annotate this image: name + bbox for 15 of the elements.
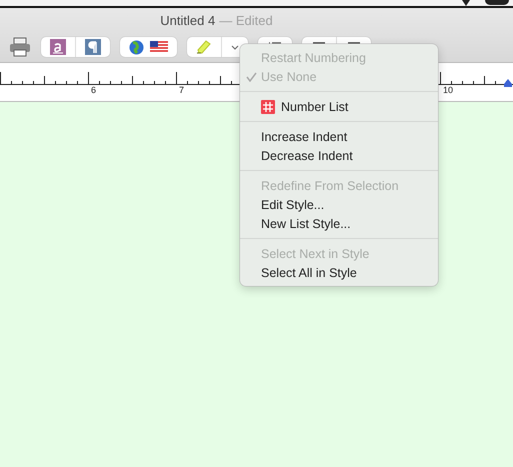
ruler-number: 6 bbox=[91, 85, 96, 95]
menu-item-label: Redefine From Selection bbox=[261, 178, 399, 192]
menu-item-label: Select Next in Style bbox=[261, 246, 370, 260]
edited-status: — Edited bbox=[219, 12, 273, 28]
menu-item-label: Edit Style... bbox=[261, 198, 324, 212]
menu-item-label: Select All in Style bbox=[261, 266, 357, 280]
window-title: Untitled 4 bbox=[160, 12, 216, 28]
menu-item-label: Use None bbox=[261, 70, 317, 84]
menu-item-label: New List Style... bbox=[261, 216, 351, 230]
menu-item-label: Restart Numbering bbox=[261, 50, 366, 64]
menu-item-label: Number List bbox=[281, 100, 348, 114]
ruler-number: 7 bbox=[179, 85, 184, 95]
ruler-number: 10 bbox=[443, 85, 454, 95]
menu-item-label: Decrease Indent bbox=[261, 148, 353, 162]
menu-item-label: Increase Indent bbox=[261, 130, 348, 144]
